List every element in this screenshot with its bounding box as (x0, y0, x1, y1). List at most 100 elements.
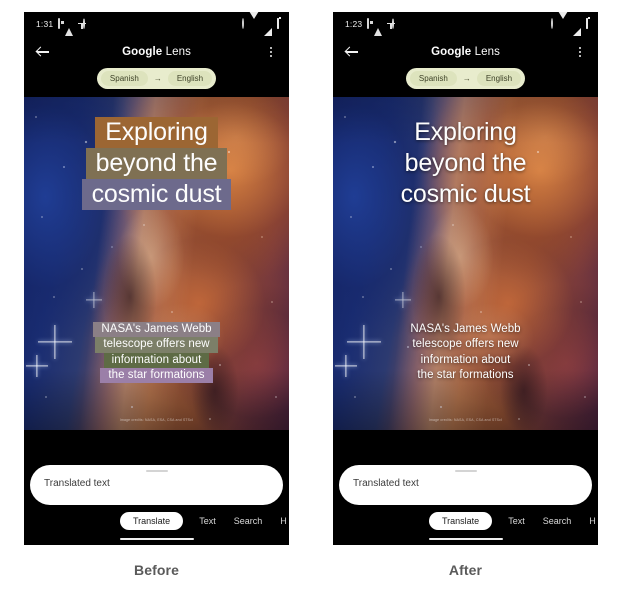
translated-text-line: beyond the (85, 148, 228, 179)
app-bar: Google Lens (24, 36, 289, 68)
translated-text-line: cosmic dust (400, 180, 531, 208)
phone-mockup-after: 1:23 Google Lens Spanish → English Exploring b… (333, 12, 598, 545)
comparison-panel-before: 1:31 Google Lens Spanish → English Exploring b… (24, 12, 289, 578)
language-source-chip[interactable]: Spanish (409, 71, 457, 86)
battery-icon-glyph (277, 18, 279, 29)
screenshot-icon (367, 18, 370, 29)
bottom-sheet: Translated text Translate Text Search H (333, 455, 598, 545)
alarm-icon-glyph (551, 18, 553, 29)
status-bar: 1:23 (333, 12, 598, 36)
status-bar-right (551, 12, 588, 36)
tab-search[interactable]: Search (541, 513, 574, 529)
kebab-dot (579, 47, 581, 49)
page-title: Google Lens (24, 46, 289, 58)
mode-tab-bar: Translate Text Search H (333, 512, 598, 530)
language-selector-row: Spanish → English (333, 68, 598, 97)
translated-overlay-body: NASA's James Webb telescope offers new inf… (24, 322, 289, 384)
signal-icon (264, 19, 272, 36)
signal-icon-glyph (264, 19, 272, 36)
app-title-brand: Google (431, 46, 472, 58)
kebab-dot (270, 47, 272, 49)
before-after-comparison: 1:31 Google Lens Spanish → English Exploring b… (0, 0, 622, 600)
translated-overlay-headline: Exploring beyond the cosmic dust (333, 117, 598, 210)
back-arrow-icon[interactable] (345, 45, 359, 59)
kebab-dot (270, 51, 272, 53)
home-indicator[interactable] (428, 537, 503, 540)
nebula-photo: Exploring beyond the cosmic dust NASA's Jam… (333, 97, 598, 430)
language-source-chip[interactable]: Spanish (100, 71, 148, 86)
app-bar: Google Lens (333, 36, 598, 68)
translated-text-line: cosmic dust (81, 179, 232, 210)
screenshot-icon-glyph (367, 18, 370, 29)
translated-overlay-headline: Exploring beyond the cosmic dust (24, 117, 289, 210)
tab-h[interactable]: H (587, 513, 598, 529)
wifi-icon (558, 12, 568, 28)
warning-triangle-icon (374, 19, 383, 36)
warning-triangle-icon-glyph (374, 19, 383, 36)
translated-text-line: the star formations (417, 368, 514, 381)
tab-translate[interactable]: Translate (120, 512, 184, 530)
translated-text-line: Exploring (95, 117, 218, 148)
image-credit-watermark: Image credits: NASA, ESA, CSA and STScI (119, 418, 194, 422)
tab-text[interactable]: Text (506, 513, 527, 529)
kebab-dot (579, 51, 581, 53)
arrow-right-icon: → (462, 73, 471, 83)
tab-h[interactable]: H (278, 513, 289, 529)
translated-text-card[interactable]: Translated text (30, 465, 283, 505)
kebab-dot (579, 55, 581, 57)
sync-icon (392, 18, 395, 29)
translated-text-card[interactable]: Translated text (339, 465, 592, 505)
translated-text-label: Translated text (353, 478, 419, 489)
status-bar-left: 1:23 (345, 18, 395, 36)
nebula-photo: Exploring beyond the cosmic dust NASA's Jam… (24, 97, 289, 430)
alarm-icon-glyph (242, 18, 244, 29)
tab-text[interactable]: Text (197, 513, 218, 529)
home-indicator[interactable] (119, 537, 194, 540)
app-title-product: Lens (471, 46, 500, 58)
panel-caption-before: Before (134, 562, 179, 578)
status-bar: 1:31 (24, 12, 289, 36)
panel-caption-after: After (448, 562, 483, 578)
comparison-panel-after: 1:23 Google Lens Spanish → English Exploring b… (333, 12, 598, 578)
translated-text-line: beyond the (404, 149, 527, 177)
wifi-icon-glyph (558, 12, 568, 28)
overflow-menu-icon[interactable] (574, 45, 586, 59)
sheet-grabber-handle[interactable] (145, 470, 168, 472)
battery-icon (277, 18, 279, 29)
sheet-grabber-handle[interactable] (454, 470, 477, 472)
language-target-chip[interactable]: English (476, 71, 522, 86)
overflow-menu-icon[interactable] (265, 45, 277, 59)
app-title-brand: Google (122, 46, 163, 58)
image-credit-watermark: Image credits: NASA, ESA, CSA and STScI (428, 418, 503, 422)
status-time: 1:23 (345, 19, 363, 29)
warning-triangle-icon-glyph (65, 19, 74, 36)
language-selector-row: Spanish → English (24, 68, 289, 97)
language-target-chip[interactable]: English (167, 71, 213, 86)
signal-icon (573, 19, 581, 36)
battery-icon-glyph (586, 18, 588, 29)
translated-overlay-body: NASA's James Webb telescope offers new inf… (333, 322, 598, 383)
kebab-dot (270, 55, 272, 57)
translated-text-line: telescope offers new (95, 337, 218, 353)
translated-text-line: information about (420, 353, 511, 366)
wifi-icon (249, 12, 259, 28)
back-arrow-icon[interactable] (36, 45, 50, 59)
bottom-sheet: Translated text Translate Text Search H (24, 455, 289, 545)
translated-text-label: Translated text (44, 478, 110, 489)
sync-icon (83, 18, 86, 29)
tab-search[interactable]: Search (232, 513, 265, 529)
page-title: Google Lens (333, 46, 598, 58)
translated-text-line: Exploring (414, 118, 517, 146)
alarm-icon (551, 18, 553, 29)
language-pill: Spanish → English (405, 68, 526, 89)
arrow-right-icon: → (153, 73, 162, 83)
warning-triangle-icon (65, 19, 74, 36)
tab-translate[interactable]: Translate (429, 512, 493, 530)
phone-mockup-before: 1:31 Google Lens Spanish → English Exploring b… (24, 12, 289, 545)
status-time: 1:31 (36, 19, 54, 29)
mode-tab-bar: Translate Text Search H (24, 512, 289, 530)
translated-text-line: NASA's James Webb (410, 323, 521, 335)
signal-icon-glyph (573, 19, 581, 36)
wifi-icon-glyph (249, 12, 259, 28)
translated-text-line: telescope offers new (412, 338, 519, 351)
